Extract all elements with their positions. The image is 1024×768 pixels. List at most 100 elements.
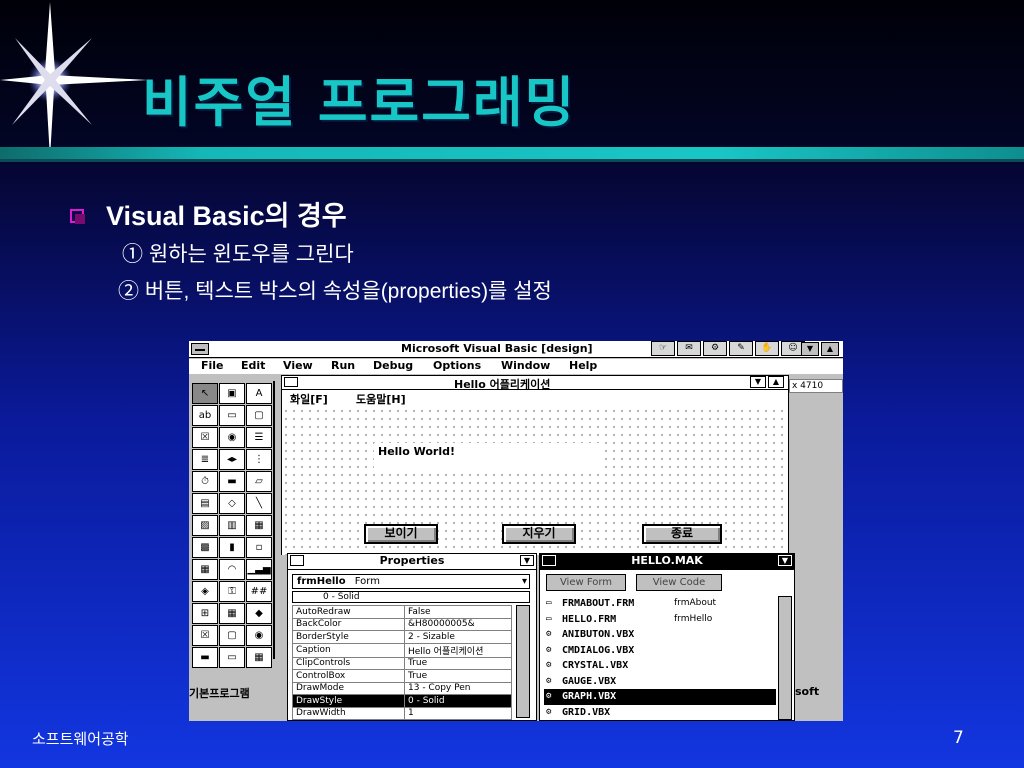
property-row[interactable]: BorderStyle 2 - Sizable [292,630,512,644]
frame-tool-icon[interactable]: ▭ [219,405,245,426]
comm-tool-icon[interactable]: ▦ [192,559,218,580]
form-menu-file[interactable]: 화일[F] [290,391,328,407]
mci-tool-icon[interactable]: ▬ [192,647,218,668]
project-file-row[interactable]: ⚙ CRYSTAL.VBX [544,658,776,674]
property-value: False [404,605,512,619]
toolbar-icon[interactable]: ✎ [729,341,753,356]
listbox-tool-icon[interactable]: ≣ [192,449,218,470]
property-row[interactable]: AutoRedraw False [292,605,512,619]
hello-label[interactable]: Hello World! [374,443,600,473]
maximize-icon[interactable]: ▲ [821,342,839,356]
grid-tool-icon[interactable]: ▦ [246,515,272,536]
property-row[interactable]: Caption Hello 어플리케이션 [292,642,512,658]
crystal-tool-icon[interactable]: ◈ [192,581,218,602]
project-system-menu-icon[interactable] [542,555,556,566]
hscroll-tool-icon[interactable]: ◂▸ [219,449,245,470]
exit-button[interactable]: 종료 [642,524,722,544]
property-row[interactable]: ClipControls True [292,656,512,670]
toolbar-icon[interactable]: ☞ [651,341,675,356]
menu-debug[interactable]: Debug [373,359,413,372]
radio-tool-icon[interactable]: ◉ [219,427,245,448]
project-file-row[interactable]: ▭ HELLO.FRM frmHello [544,612,776,628]
form-maximize-icon[interactable]: ▲ [768,376,784,388]
properties-system-menu-icon[interactable] [290,555,304,566]
menu-options[interactable]: Options [433,359,481,372]
graph-tool-icon[interactable]: ▁▃▅ [246,559,272,580]
property-value: Hello 어플리케이션 [404,642,512,658]
bullet-text: Visual Basic의 경우 [106,201,347,231]
button-tool-icon[interactable]: ▢ [246,405,272,426]
project-file-row[interactable]: ▭ FRMABOUT.FRM frmAbout [544,596,776,612]
properties-scrollbar[interactable] [516,605,530,718]
checkbox-tool-icon[interactable]: ☒ [192,427,218,448]
gauge-tool-icon[interactable]: ◠ [219,559,245,580]
pointer-tool-icon[interactable]: ↖ [192,383,218,404]
option3d-tool-icon[interactable]: ◉ [246,625,272,646]
key-tool-icon[interactable]: ⚿ [219,581,245,602]
project-file-row[interactable]: ⚙ GRAPH.VBX [544,689,776,705]
properties-minimize-icon[interactable]: ▼ [520,555,534,566]
menu-window[interactable]: Window [501,359,550,372]
label-tool-icon[interactable]: A [246,383,272,404]
toolbar-icon[interactable]: ⚙ [703,341,727,356]
spin-tool-icon[interactable]: ▦ [219,603,245,624]
dropdown-arrow-icon[interactable]: ▾ [522,575,527,588]
show-button[interactable]: 보이기 [364,524,438,544]
project-scrollbar[interactable] [778,596,792,720]
property-row[interactable]: DrawWidth 1 [292,706,512,720]
project-minimize-icon[interactable]: ▼ [778,555,792,566]
frame3d-tool-icon[interactable]: ▫ [246,537,272,558]
form-menu-help[interactable]: 도움말[H] [356,391,406,407]
combobox-tool-icon[interactable]: ☰ [246,427,272,448]
panel-tool-icon[interactable]: ▢ [219,625,245,646]
toolbar-icon[interactable]: ✉ [677,341,701,356]
project-file-row[interactable]: ⚙ ANIBUTON.VBX [544,627,776,643]
vscroll-tool-icon[interactable]: ⋮ [246,449,272,470]
property-row[interactable]: DrawStyle 0 - Solid [292,694,512,708]
checkbox3d-tool-icon[interactable]: ☒ [192,625,218,646]
menu-edit[interactable]: Edit [241,359,265,372]
line-tool-icon[interactable]: ╲ [246,493,272,514]
toolbar-icon[interactable]: ✋ [755,341,779,356]
form-system-menu-icon[interactable] [284,377,298,387]
outline-tool-icon[interactable]: ⊞ [192,603,218,624]
shape-tool-icon[interactable]: ◇ [219,493,245,514]
minimize-icon[interactable]: ▼ [801,342,819,356]
project-file-row[interactable]: ⚙ CMDIALOG.VBX [544,643,776,659]
spinbutton-tool-icon[interactable]: ◆ [246,603,272,624]
menu-help[interactable]: Help [569,359,597,372]
ole-tool-icon[interactable]: ▩ [192,537,218,558]
file-tool-icon[interactable]: ▤ [192,493,218,514]
dir-tool-icon[interactable]: ▱ [246,471,272,492]
system-menu-icon[interactable] [191,343,209,355]
menu-file[interactable]: File [201,359,224,372]
textbox-tool-icon[interactable]: ab [192,405,218,426]
drive-tool-icon[interactable]: ▬ [219,471,245,492]
project-file-row[interactable]: ⚙ GAUGE.VBX [544,674,776,690]
file-name: CRYSTAL.VBX [562,660,629,671]
menu-run[interactable]: Run [331,359,355,372]
grid2-tool-icon[interactable]: ▦ [246,647,272,668]
vbx-file-icon: ⚙ [546,691,552,701]
property-row[interactable]: BackColor &H80000005& [292,617,512,631]
masked-tool-icon[interactable]: ## [246,581,272,602]
property-row[interactable]: ControlBox True [292,669,512,683]
timer-tool-icon[interactable]: ⏱ [192,471,218,492]
form-canvas[interactable]: Hello World! 보이기 지우기 종료 [282,407,788,555]
property-value-edit[interactable]: 0 - Solid [292,591,530,603]
clear-button[interactable]: 지우기 [502,524,576,544]
project-file-row[interactable]: ⚙ GRID.VBX [544,705,776,721]
data-tool-icon[interactable]: ▥ [219,515,245,536]
anim-tool-icon[interactable]: ▮ [219,537,245,558]
view-form-button[interactable]: View Form [546,574,626,591]
object-selector[interactable]: frmHello Form ▾ [292,574,530,589]
view-code-button[interactable]: View Code [636,574,722,591]
menu-view[interactable]: View [283,359,313,372]
picture-tool-icon[interactable]: ▣ [219,383,245,404]
image-tool-icon[interactable]: ▨ [192,515,218,536]
property-row[interactable]: DrawMode 13 - Copy Pen [292,681,512,695]
dialog-tool-icon[interactable]: ▭ [219,647,245,668]
form-minimize-icon[interactable]: ▼ [750,376,766,388]
bullet-item: Visual Basic의 경우 [70,194,347,233]
property-name: ControlBox [292,669,405,683]
